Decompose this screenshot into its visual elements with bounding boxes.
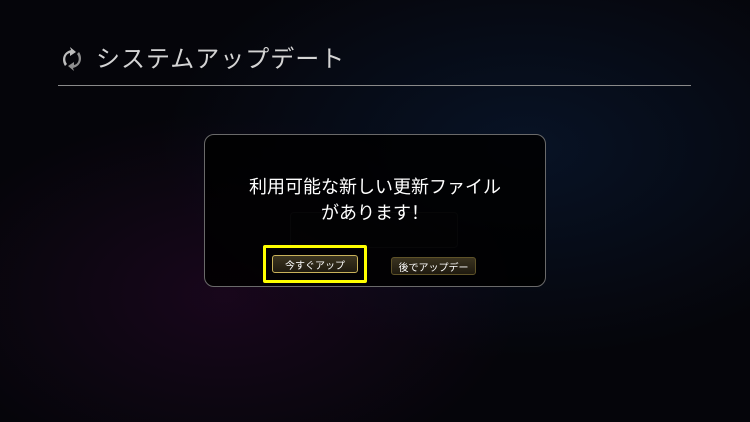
- header-divider: [58, 85, 691, 86]
- dialog-message-line1: 利用可能な新しい更新ファイル: [249, 177, 501, 198]
- system-update-icon: [58, 45, 86, 73]
- dialog-message: 利用可能な新しい更新ファイル があります！: [205, 175, 545, 227]
- dialog-message-line2: があります！: [321, 203, 429, 224]
- page-title: システムアップデート: [96, 45, 346, 73]
- update-available-dialog: 利用可能な新しい更新ファイル があります！: [204, 134, 546, 287]
- update-now-button[interactable]: 今すぐアップ: [272, 255, 358, 273]
- update-later-button[interactable]: 後でアップデー: [391, 257, 476, 275]
- page-header: システムアップデート: [58, 42, 345, 76]
